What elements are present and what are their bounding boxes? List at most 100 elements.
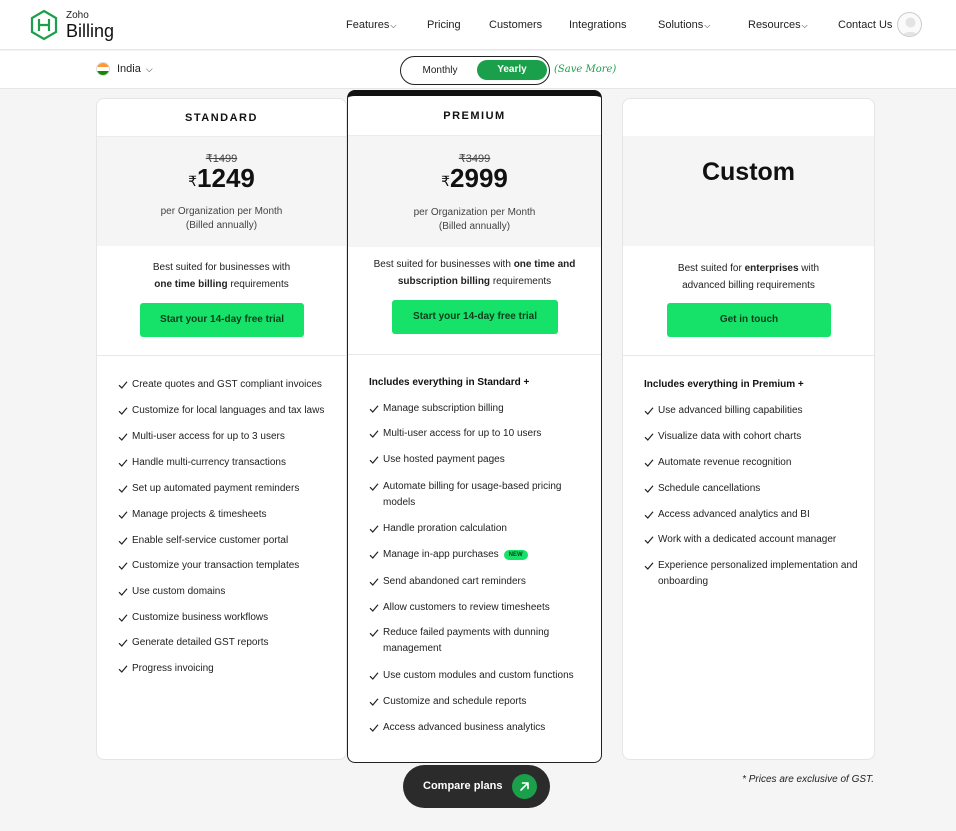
nav-contact-label: Contact Us bbox=[838, 19, 893, 31]
description-text-end: with bbox=[798, 263, 820, 274]
plan-name: STANDARD bbox=[185, 112, 258, 124]
checkmark-icon bbox=[644, 485, 654, 493]
feature-item: Customize for local languages and tax la… bbox=[118, 403, 334, 419]
plan-price: ₹1249 bbox=[97, 163, 346, 194]
feature-item: Manage in-app purchases NEW bbox=[369, 547, 589, 563]
plan-description: Best suited for enterprises with advanced… bbox=[638, 260, 859, 294]
feature-item: Set up automated payment reminders bbox=[118, 481, 334, 497]
feature-item: Customize business workflows bbox=[118, 610, 334, 626]
checkmark-icon bbox=[644, 407, 654, 415]
feature-text: Handle multi-currency transactions bbox=[132, 457, 286, 468]
checkmark-icon bbox=[118, 433, 128, 441]
feature-item: Use hosted payment pages bbox=[369, 452, 589, 468]
feature-item: Access advanced business analytics bbox=[369, 720, 589, 736]
divider bbox=[623, 355, 874, 356]
new-badge: NEW bbox=[503, 550, 528, 560]
checkmark-icon bbox=[369, 724, 379, 732]
feature-text: Schedule cancellations bbox=[658, 483, 761, 494]
start-trial-button[interactable]: Start your 14-day free trial bbox=[392, 300, 558, 334]
description-highlight-2: subscription billing bbox=[397, 276, 491, 287]
feature-item: Use advanced billing capabilities bbox=[644, 403, 862, 419]
currency-symbol: ₹ bbox=[188, 173, 198, 189]
toggle-monthly[interactable]: Monthly bbox=[411, 65, 469, 76]
feature-text: Automate billing for usage-based pricing… bbox=[383, 481, 562, 508]
plan-name: PREMIUM bbox=[443, 110, 506, 122]
feature-text: Manage subscription billing bbox=[383, 403, 504, 414]
feature-text: Customize your transaction templates bbox=[132, 560, 300, 571]
feature-text: Access advanced analytics and BI bbox=[658, 509, 810, 520]
nav-pricing[interactable]: Pricing bbox=[427, 19, 461, 31]
toggle-yearly[interactable]: Yearly bbox=[477, 60, 547, 80]
nav-solutions[interactable]: Solutions⌵ bbox=[658, 19, 710, 31]
description-text-end: requirements bbox=[227, 279, 289, 290]
price-value: 2999 bbox=[450, 163, 508, 193]
feature-item: Handle proration calculation bbox=[369, 521, 589, 537]
billing-period: per Organization per Month (Billed annual… bbox=[348, 206, 601, 234]
plan-price: ₹2999 bbox=[348, 163, 601, 194]
nav-features[interactable]: Features⌵ bbox=[346, 19, 397, 31]
checkmark-icon bbox=[369, 483, 379, 491]
feature-item: Handle multi-currency transactions bbox=[118, 455, 334, 471]
start-trial-button[interactable]: Start your 14-day free trial bbox=[140, 303, 304, 337]
compare-plans-label: Compare plans bbox=[423, 780, 503, 792]
gst-note: * Prices are exclusive of GST. bbox=[742, 774, 874, 785]
billing-period-line2: (Billed annually) bbox=[185, 220, 258, 231]
plan-description: Best suited for businesses with one time… bbox=[358, 256, 591, 290]
features-heading: Includes everything in Standard + bbox=[369, 377, 530, 388]
nav-customers-label: Customers bbox=[489, 19, 543, 31]
checkmark-icon bbox=[118, 459, 128, 467]
description-highlight: enterprises bbox=[744, 263, 799, 274]
plan-title: Custom bbox=[701, 158, 796, 186]
zoho-billing-logo[interactable]: Zoho Billing bbox=[28, 9, 114, 41]
feature-text: Multi-user access for up to 3 users bbox=[132, 431, 285, 442]
feature-text: Customize for local languages and tax la… bbox=[132, 405, 325, 416]
nav-features-label: Features bbox=[346, 19, 390, 31]
get-in-touch-button[interactable]: Get in touch bbox=[667, 303, 831, 337]
feature-text: Allow customers to review timesheets bbox=[383, 602, 550, 613]
feature-text: Send abandoned cart reminders bbox=[383, 576, 526, 587]
feature-item: Automate revenue recognition bbox=[644, 455, 862, 471]
nav-solutions-label: Solutions bbox=[658, 19, 704, 31]
checkmark-icon bbox=[369, 525, 379, 533]
feature-text: Reduce failed payments with dunning mana… bbox=[383, 627, 550, 654]
checkmark-icon bbox=[644, 562, 654, 570]
chevron-down-icon: ⌵ bbox=[390, 21, 397, 30]
description-text: Best suited for businesses with bbox=[152, 262, 291, 273]
feature-item: Reduce failed payments with dunning mana… bbox=[369, 625, 589, 657]
checkmark-icon bbox=[369, 551, 379, 559]
checkmark-icon bbox=[644, 536, 654, 544]
feature-text: Set up automated payment reminders bbox=[132, 483, 300, 494]
country-selector[interactable]: India ⌵ bbox=[96, 62, 153, 76]
price-section: Custom bbox=[623, 136, 874, 246]
feature-text: Use advanced billing capabilities bbox=[658, 405, 803, 416]
billing-period-line1: per Organization per Month bbox=[160, 206, 283, 217]
checkmark-icon bbox=[118, 407, 128, 415]
feature-item: Progress invoicing bbox=[118, 661, 334, 677]
feature-text: Create quotes and GST compliant invoices bbox=[132, 379, 322, 390]
checkmark-icon bbox=[369, 578, 379, 586]
nav-integrations[interactable]: Integrations bbox=[569, 19, 626, 31]
feature-text: Progress invoicing bbox=[132, 663, 214, 674]
nav-resources[interactable]: Resources⌵ bbox=[748, 19, 808, 31]
user-avatar[interactable] bbox=[897, 12, 922, 37]
nav-resources-label: Resources bbox=[748, 19, 801, 31]
description-text: Best suited for bbox=[677, 263, 745, 274]
billing-cycle-toggle[interactable]: Monthly Yearly bbox=[400, 56, 550, 85]
pricing-options-bar: India ⌵ Monthly Yearly (Save More) bbox=[0, 51, 956, 89]
compare-plans-button[interactable]: Compare plans bbox=[403, 765, 550, 808]
feature-item: Experience personalized implementation a… bbox=[644, 558, 862, 590]
nav-customers[interactable]: Customers bbox=[489, 19, 542, 31]
nav-contact-us[interactable]: Contact Us bbox=[838, 19, 892, 31]
billing-period-line2: (Billed annually) bbox=[438, 221, 511, 232]
feature-text: Use custom domains bbox=[132, 586, 226, 597]
feature-item: Schedule cancellations bbox=[644, 481, 862, 497]
checkmark-icon bbox=[118, 588, 128, 596]
feature-item: Automate billing for usage-based pricing… bbox=[369, 479, 589, 511]
checkmark-icon bbox=[369, 405, 379, 413]
feature-text: Visualize data with cohort charts bbox=[658, 431, 802, 442]
feature-text: Manage projects & timesheets bbox=[132, 509, 267, 520]
plan-card-premium: PREMIUM ₹3499 ₹2999 per Organization per… bbox=[347, 90, 602, 763]
checkmark-icon bbox=[369, 604, 379, 612]
feature-item: Use custom modules and custom functions bbox=[369, 668, 589, 684]
checkmark-icon bbox=[644, 433, 654, 441]
